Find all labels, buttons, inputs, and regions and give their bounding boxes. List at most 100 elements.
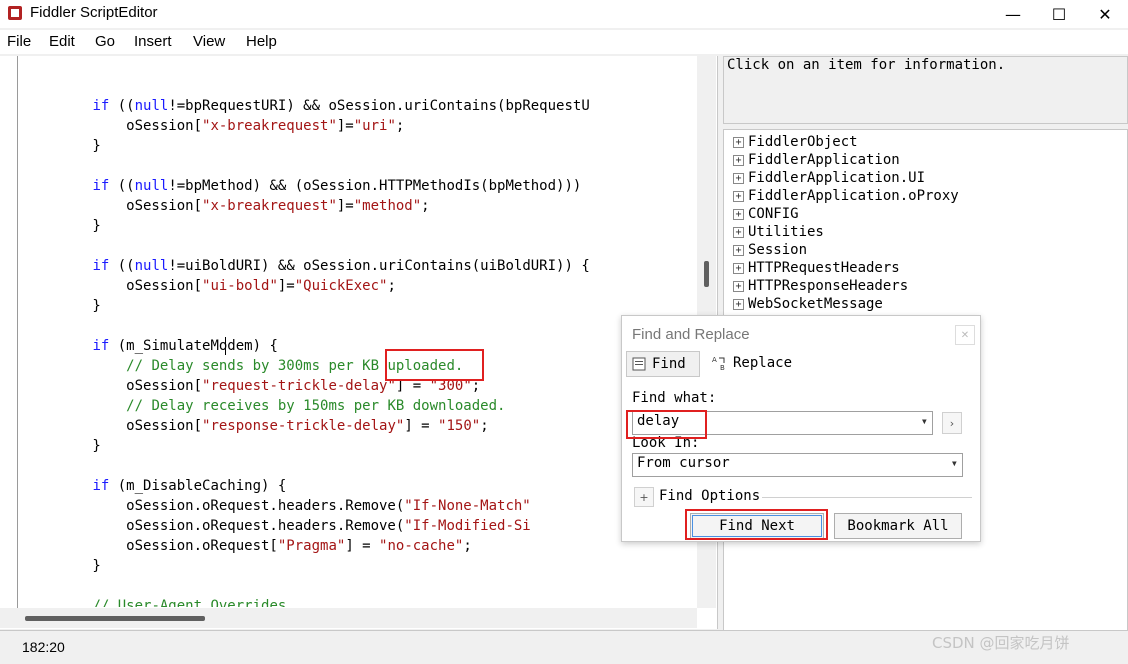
chevron-down-icon[interactable]: ▾: [951, 456, 958, 470]
code-line: // Delay sends by 300ms per KB uploaded.: [25, 356, 695, 376]
expand-icon[interactable]: +: [733, 298, 744, 310]
maximize-button[interactable]: ☐: [1036, 0, 1082, 28]
code-token: ] =: [404, 418, 439, 434]
menu-edit[interactable]: Edit: [49, 33, 75, 50]
code-token: ] =: [345, 538, 380, 554]
code-token: !=bpRequestURI) && oSession.uriContains(…: [168, 98, 590, 114]
code-token: oSession[: [25, 278, 203, 294]
code-line: }: [25, 556, 695, 576]
find-next-label: Find Next: [719, 518, 795, 534]
close-button[interactable]: ✕: [1082, 0, 1128, 28]
bookmark-all-button[interactable]: Bookmark All: [834, 513, 962, 539]
menu-go[interactable]: Go: [95, 33, 115, 50]
tree-item-session[interactable]: + Session: [733, 241, 807, 259]
horizontal-scrollbar[interactable]: [0, 608, 697, 628]
window-title: Fiddler ScriptEditor: [30, 4, 158, 21]
code-token: "uri": [353, 118, 396, 134]
find-what-input[interactable]: delay ▾: [632, 411, 933, 435]
tree-item-httpresponseheaders[interactable]: + HTTPResponseHeaders: [733, 277, 908, 295]
code-token: ;: [463, 538, 472, 554]
expand-icon[interactable]: +: [733, 244, 744, 256]
code-token: }: [25, 298, 101, 314]
svg-text:B: B: [720, 364, 725, 371]
code-token: oSession.oRequest.headers.Remove(: [25, 498, 405, 514]
code-token: }: [25, 558, 101, 574]
tree-item-fiddlerobject[interactable]: + FiddlerObject: [733, 133, 858, 151]
cursor-position: 182:20: [22, 639, 65, 655]
code-token: ] =: [395, 378, 430, 394]
code-token: "300": [429, 378, 472, 394]
code-token: oSession[: [25, 118, 203, 134]
tree-item-config[interactable]: + CONFIG: [733, 205, 799, 223]
code-token: // User-Agent Overrides: [92, 598, 287, 607]
expand-icon[interactable]: +: [733, 172, 744, 184]
code-line: if (m_DisableCaching) {: [25, 476, 695, 496]
menu-bar: File Edit Go Insert View Help: [0, 30, 1128, 54]
tree-item-fiddlerapplication-oproxy[interactable]: + FiddlerApplication.oProxy: [733, 187, 959, 205]
tab-replace[interactable]: A B Replace: [712, 351, 792, 375]
menu-help[interactable]: Help: [246, 33, 277, 50]
menu-view[interactable]: View: [193, 33, 225, 50]
dialog-title: Find and Replace: [632, 326, 750, 343]
expand-icon[interactable]: +: [733, 190, 744, 202]
code-token: if: [92, 98, 110, 114]
find-next-button[interactable]: Find Next: [690, 513, 824, 539]
code-token: }: [25, 438, 101, 454]
code-token: oSession.oRequest[: [25, 538, 278, 554]
options-divider: [762, 497, 972, 498]
code-line: oSession["response-trickle-delay"] = "15…: [25, 416, 695, 436]
find-next-arrow-button[interactable]: ›: [942, 412, 962, 434]
code-line: oSession["ui-bold"]="QuickExec";: [25, 276, 695, 296]
code-token: "150": [438, 418, 481, 434]
tab-find-label: Find: [652, 356, 686, 372]
tree-item-utilities[interactable]: + Utilities: [733, 223, 824, 241]
find-replace-dialog: Find and Replace ✕ Find A B Replace Find…: [621, 315, 981, 542]
expand-icon[interactable]: +: [733, 136, 744, 148]
tree-item-label: FiddlerApplication.oProxy: [748, 188, 959, 204]
vertical-scroll-thumb[interactable]: [704, 261, 709, 287]
tree-item-fiddlerapplication[interactable]: + FiddlerApplication: [733, 151, 900, 169]
code-line: if ((null!=bpMethod) && (oSession.HTTPMe…: [25, 176, 695, 196]
minimize-button[interactable]: —: [990, 0, 1036, 28]
tree-item-label: Session: [748, 242, 808, 258]
minimize-icon: —: [1005, 4, 1021, 24]
code-token: !=uiBoldURI) && oSession.uriContains(uiB…: [168, 258, 590, 274]
tab-find[interactable]: Find: [626, 351, 700, 377]
code-token: oSession[: [25, 198, 203, 214]
code-line: oSession.oRequest["Pragma"] = "no-cache"…: [25, 536, 695, 556]
expand-icon[interactable]: +: [733, 154, 744, 166]
expand-icon[interactable]: +: [733, 280, 744, 292]
code-token: (m_DisableCaching) {: [109, 478, 287, 494]
menu-insert[interactable]: Insert: [134, 33, 172, 50]
code-area[interactable]: if ((null!=bpRequestURI) && oSession.uri…: [25, 76, 695, 607]
expand-icon[interactable]: +: [733, 262, 744, 274]
code-token: if: [92, 478, 110, 494]
code-line: }: [25, 296, 695, 316]
chevron-down-icon[interactable]: ▾: [921, 414, 928, 428]
dialog-close-button[interactable]: ✕: [955, 325, 975, 345]
find-what-value: delay: [637, 413, 680, 429]
menu-file[interactable]: File: [7, 33, 31, 50]
code-token: ;: [480, 418, 489, 434]
tree-item-label: FiddlerObject: [748, 134, 858, 150]
code-token: "method": [353, 198, 422, 214]
horizontal-scroll-thumb[interactable]: [25, 616, 205, 621]
tree-item-fiddlerapplication-ui[interactable]: + FiddlerApplication.UI: [733, 169, 925, 187]
find-options-expand-button[interactable]: +: [634, 487, 654, 507]
expand-icon[interactable]: +: [733, 208, 744, 220]
code-line: oSession["x-breakrequest"]="uri";: [25, 116, 695, 136]
look-in-select[interactable]: From cursor ▾: [632, 453, 963, 477]
info-panel: Click on an item for information.: [723, 56, 1128, 124]
code-line: }: [25, 436, 695, 456]
expand-icon[interactable]: +: [733, 226, 744, 238]
tree-item-websocketmessage[interactable]: + WebSocketMessage: [733, 295, 883, 313]
code-token: // Delay receives by 150ms per KB downlo…: [126, 398, 506, 414]
tree-item-httprequestheaders[interactable]: + HTTPRequestHeaders: [733, 259, 900, 277]
script-editor[interactable]: if ((null!=bpRequestURI) && oSession.uri…: [0, 56, 718, 629]
code-line: if ((null!=bpRequestURI) && oSession.uri…: [25, 96, 695, 116]
